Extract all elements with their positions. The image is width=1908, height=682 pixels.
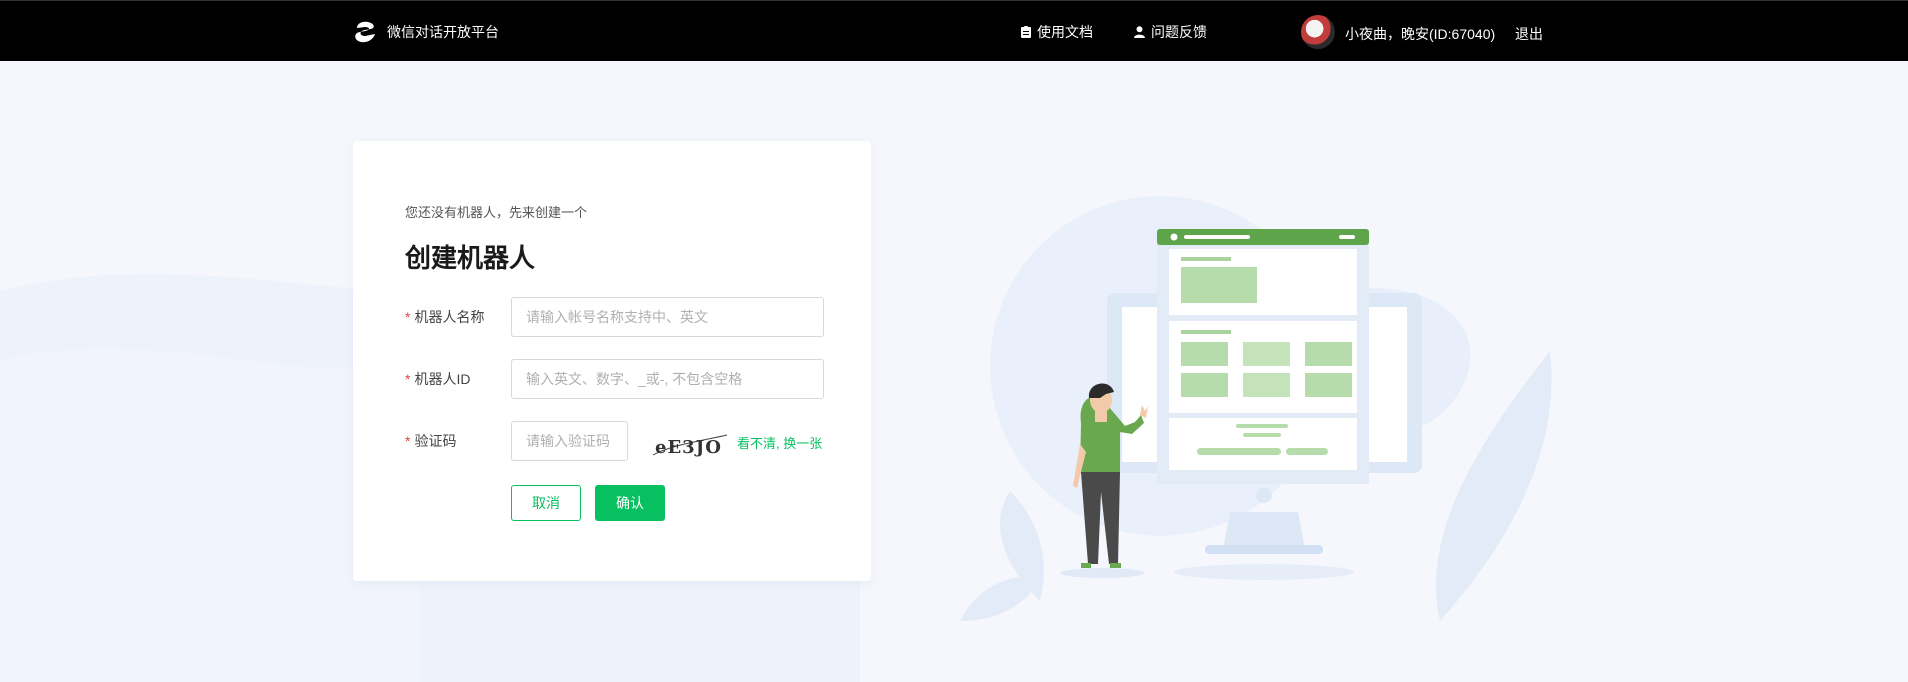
logout-link[interactable]: 退出 — [1515, 24, 1543, 44]
card-title: 创建机器人 — [405, 243, 536, 273]
wechat-dialog-logo-icon — [355, 21, 375, 43]
bot-name-input[interactable] — [511, 297, 824, 337]
card-subtitle: 您还没有机器人，先来创建一个 — [405, 205, 588, 220]
captcha-refresh-link[interactable]: 看不清, 换一张 — [737, 433, 822, 452]
captcha-label-text: 验证码 — [414, 433, 457, 449]
confirm-button[interactable]: 确认 — [595, 485, 665, 521]
user-avatar[interactable] — [1301, 15, 1335, 49]
nav-docs-link[interactable]: 使用文档 — [1021, 22, 1093, 42]
illustration — [1060, 229, 1422, 580]
bot-name-label-text: 机器人名称 — [414, 309, 485, 325]
captcha-image[interactable]: eE3JO — [651, 431, 729, 461]
captcha-text: eE3JO — [655, 437, 722, 458]
cancel-button[interactable]: 取消 — [511, 485, 581, 521]
required-mark: * — [405, 309, 411, 325]
background-decoration — [0, 196, 1552, 682]
nav-docs-label: 使用文档 — [1037, 24, 1093, 40]
brand[interactable]: 微信对话开放平台 — [353, 18, 499, 46]
captcha-label: * 验证码 — [405, 431, 456, 451]
webpage-illustration — [1157, 229, 1369, 484]
bot-id-label: * 机器人ID — [405, 369, 470, 389]
bot-name-label: * 机器人名称 — [405, 307, 484, 327]
document-icon — [1021, 26, 1031, 38]
user-icon — [1134, 26, 1145, 38]
bot-id-input[interactable] — [511, 359, 824, 399]
top-navigation-bar: 微信对话开放平台 使用文档 问题反馈 小夜曲，晚安(ID:67040) 退出 — [0, 0, 1908, 61]
user-name: 小夜曲，晚安(ID:67040) — [1345, 26, 1496, 42]
captcha-input[interactable] — [511, 421, 628, 461]
brand-name: 微信对话开放平台 — [387, 24, 499, 40]
nav-feedback-link[interactable]: 问题反馈 — [1134, 22, 1207, 42]
nav-feedback-label: 问题反馈 — [1151, 24, 1207, 40]
required-mark: * — [405, 371, 411, 387]
bot-id-label-text: 机器人ID — [414, 371, 471, 387]
required-mark: * — [405, 433, 411, 449]
create-bot-card: 您还没有机器人，先来创建一个 创建机器人 *机器人名称 *机器人ID *验证码 … — [353, 141, 871, 581]
